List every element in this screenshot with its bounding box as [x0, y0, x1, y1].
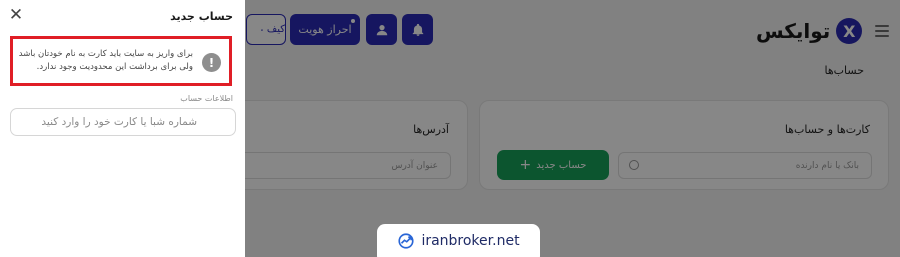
account-info-label: اطلاعات حساب [180, 94, 233, 103]
iban-card-input[interactable] [10, 108, 236, 136]
exclamation-icon: ! [202, 53, 221, 72]
warning-alert: ! برای واریز به سایت باید کارت به نام خو… [10, 36, 232, 86]
trend-logo-icon [398, 233, 415, 249]
watermark-text: iranbroker.net [421, 233, 520, 249]
alert-message: برای واریز به سایت باید کارت به نام خودت… [15, 48, 193, 74]
drawer-title: حساب جدید [170, 10, 233, 23]
watermark-badge: iranbroker.net [377, 224, 540, 257]
alert-line-2: ولی برای برداشت این محدودیت وجود ندارد. [36, 62, 193, 72]
alert-line-1: برای واریز به سایت باید کارت به نام خودت… [18, 49, 193, 59]
close-icon[interactable]: ✕ [8, 6, 24, 24]
new-account-drawer: حساب جدید ✕ ! برای واریز به سایت باید کا… [0, 0, 245, 257]
